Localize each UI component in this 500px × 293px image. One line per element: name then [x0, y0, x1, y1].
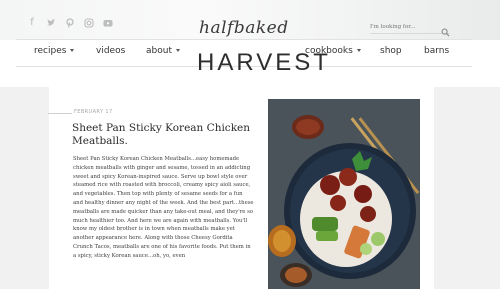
post-photo[interactable]	[268, 99, 420, 289]
chevron-down-icon	[70, 49, 75, 52]
instagram-icon[interactable]	[84, 18, 94, 28]
nav-shop-label: shop	[380, 46, 402, 56]
search-box[interactable]	[370, 22, 450, 37]
post-date: FEBRUARY 17	[74, 109, 113, 115]
chevron-down-icon	[175, 49, 180, 52]
nav-about[interactable]: about	[146, 46, 180, 56]
nav-videos[interactable]: videos	[96, 46, 125, 56]
nav-barns-label: barns	[424, 46, 450, 56]
chevron-down-icon	[356, 49, 361, 52]
search-input[interactable]	[370, 22, 436, 32]
youtube-icon[interactable]	[103, 18, 113, 28]
date-divider	[48, 113, 72, 114]
food-photo-illustration	[268, 99, 420, 289]
nav-top-divider	[16, 39, 472, 40]
facebook-icon[interactable]: f	[27, 18, 37, 28]
search-icon[interactable]	[441, 22, 450, 37]
nav-barns[interactable]: barns	[424, 46, 449, 56]
post-title[interactable]: Sheet Pan Sticky Korean Chicken Meatball…	[72, 122, 252, 148]
nav-recipes-label: recipes	[34, 46, 67, 56]
social-links: f	[27, 18, 113, 28]
nav-about-label: about	[146, 46, 172, 56]
logo-wordmark: HARVEST	[197, 49, 331, 76]
pinterest-icon[interactable]	[65, 18, 75, 28]
twitter-icon[interactable]	[46, 18, 56, 28]
nav-shop[interactable]: shop	[380, 46, 402, 56]
logo-script-text: halfbaked	[199, 18, 289, 38]
post-excerpt: Sheet Pan Sticky Korean Chicken Meatball…	[73, 156, 254, 259]
nav-recipes[interactable]: recipes	[34, 46, 75, 56]
nav-videos-label: videos	[96, 46, 126, 56]
